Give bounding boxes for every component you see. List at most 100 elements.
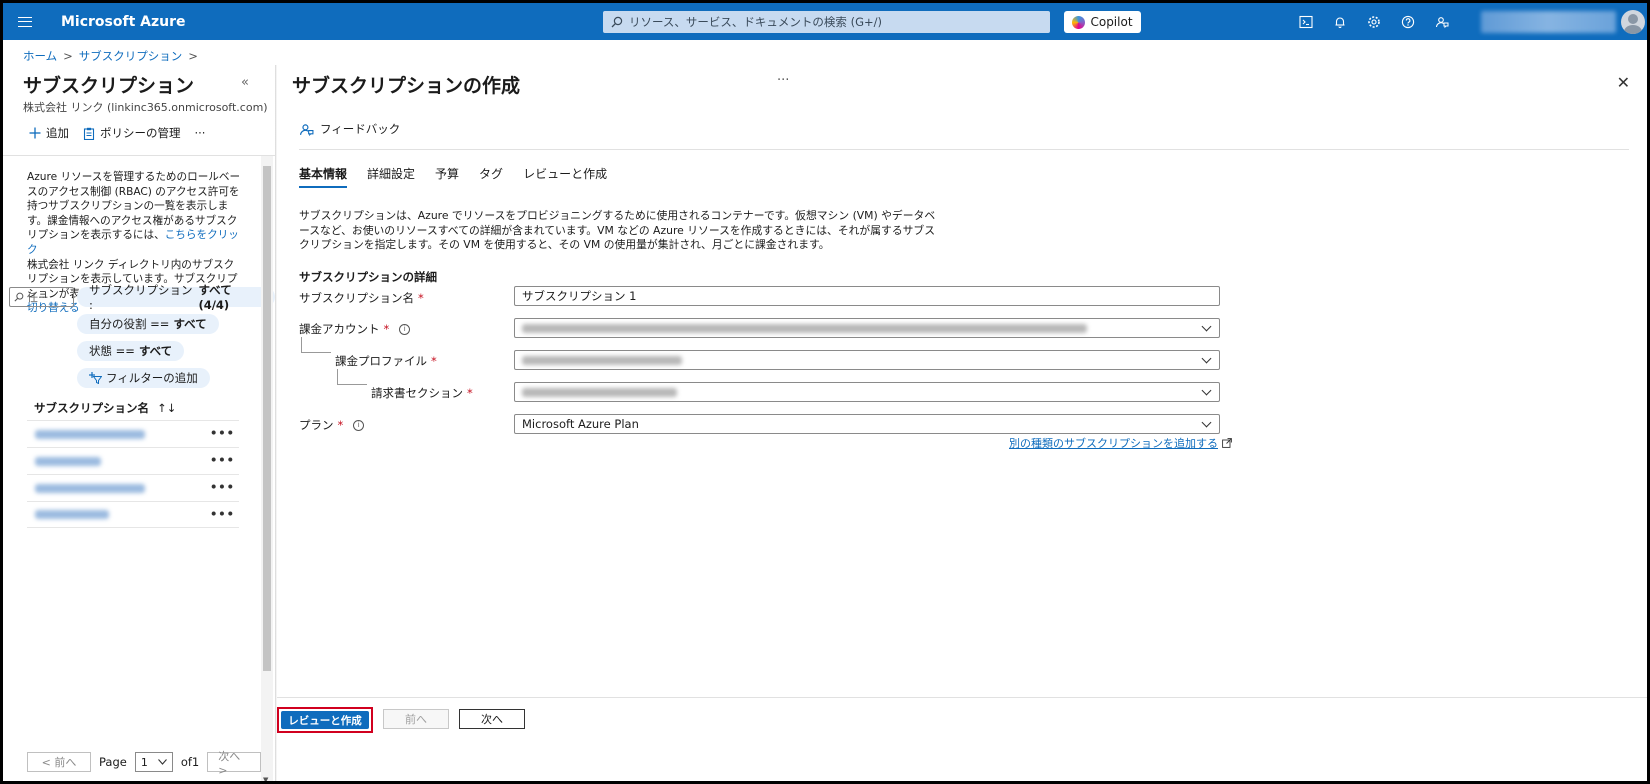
required-mark: * bbox=[383, 322, 390, 336]
tab-review-create[interactable]: レビューと作成 bbox=[523, 165, 617, 188]
add-button[interactable]: 追加 bbox=[29, 125, 69, 141]
policy-label: ポリシーの管理 bbox=[100, 126, 181, 140]
more-icon[interactable]: ··· bbox=[777, 73, 789, 88]
tab-bar: 基本情報 詳細設定 予算 タグ レビューと作成 bbox=[299, 165, 627, 188]
panel-scrollbar[interactable]: ▼ bbox=[261, 156, 273, 781]
pill-label: 状態 == bbox=[89, 344, 135, 358]
pill-label: サブスクリプション : bbox=[89, 283, 193, 312]
pill-value: すべて (4/4) bbox=[198, 283, 232, 312]
redacted-subscription-name[interactable] bbox=[35, 483, 145, 493]
prev-page-button[interactable]: < 前へ bbox=[27, 752, 91, 772]
feedback-button[interactable]: フィードバック bbox=[299, 121, 400, 137]
top-icons bbox=[1298, 3, 1450, 40]
next-page-button[interactable]: 次へ > bbox=[207, 750, 262, 777]
review-create-button[interactable]: レビューと作成 bbox=[277, 707, 373, 733]
scrollbar-thumb[interactable] bbox=[263, 166, 271, 671]
external-link-icon bbox=[1222, 438, 1232, 448]
subscription-name-label: サブスクリプション名 * bbox=[299, 290, 424, 306]
invoice-section-select[interactable] bbox=[514, 382, 1220, 402]
list-header[interactable]: サブスクリプション名 ↑↓ bbox=[34, 400, 176, 416]
copilot-button[interactable]: Copilot bbox=[1064, 11, 1141, 33]
plan-label: プラン * i bbox=[299, 417, 365, 433]
add-filter-icon bbox=[89, 372, 102, 384]
account-info-redacted[interactable] bbox=[1481, 11, 1616, 33]
tab-advanced[interactable]: 詳細設定 bbox=[367, 165, 425, 188]
breadcrumb-subscriptions[interactable]: サブスクリプション bbox=[79, 48, 183, 64]
billing-profile-select[interactable] bbox=[514, 350, 1220, 370]
page-title: サブスクリプションの作成 bbox=[292, 75, 521, 97]
gear-icon[interactable] bbox=[1366, 14, 1382, 30]
table-row[interactable]: ••• bbox=[27, 474, 239, 501]
manage-policy-button[interactable]: ポリシーの管理 bbox=[83, 125, 181, 141]
subscriptions-panel: サブスクリプション « 株式会社 リンク (linkinc365.onmicro… bbox=[3, 65, 275, 781]
previous-button[interactable]: 前へ bbox=[383, 709, 449, 729]
subscription-name-input[interactable]: サブスクリプション 1 bbox=[514, 286, 1220, 306]
feedback-label: フィードバック bbox=[320, 122, 401, 136]
table-row[interactable]: ••• bbox=[27, 447, 239, 474]
copilot-label: Copilot bbox=[1090, 15, 1133, 29]
state-filter-pill[interactable]: 状態 == すべて bbox=[77, 341, 185, 361]
table-row[interactable]: ••• bbox=[27, 420, 239, 447]
panel-title: サブスクリプション bbox=[23, 75, 195, 97]
search-icon bbox=[611, 16, 623, 28]
cloud-shell-icon[interactable] bbox=[1298, 14, 1314, 30]
plan-select[interactable]: Microsoft Azure Plan bbox=[514, 414, 1220, 434]
redacted-subscription-name[interactable] bbox=[35, 429, 145, 439]
tab-tags[interactable]: タグ bbox=[479, 165, 513, 188]
bell-icon[interactable] bbox=[1332, 14, 1348, 30]
page-of-label: of1 bbox=[180, 755, 200, 769]
required-mark: * bbox=[418, 291, 424, 305]
breadcrumb-separator: > bbox=[188, 49, 198, 63]
tree-connector bbox=[337, 369, 367, 385]
tab-budget[interactable]: 予算 bbox=[435, 165, 469, 188]
next-button[interactable]: 次へ bbox=[459, 709, 525, 729]
info-icon[interactable]: i bbox=[353, 419, 365, 431]
breadcrumb-home[interactable]: ホーム bbox=[23, 48, 57, 64]
breadcrumb: ホーム > サブスクリプション > bbox=[23, 48, 198, 64]
billing-account-label: 課金アカウント * i bbox=[299, 321, 411, 337]
brand-title[interactable]: Microsoft Azure bbox=[61, 14, 186, 30]
review-create-label: レビューと作成 bbox=[281, 711, 369, 729]
add-filter-label: フィルターの追加 bbox=[106, 371, 198, 385]
label-text: 課金プロファイル bbox=[335, 354, 427, 368]
scroll-down-icon[interactable]: ▼ bbox=[263, 776, 268, 781]
top-bar: Microsoft Azure リソース、サービス、ドキュメントの検索 (G+/… bbox=[3, 3, 1647, 40]
redacted-subscription-name[interactable] bbox=[35, 456, 101, 466]
chevron-down-icon bbox=[157, 759, 167, 765]
filter-input[interactable]: 任··· bbox=[9, 287, 74, 307]
add-label: 追加 bbox=[46, 126, 69, 140]
column-subscription-name: サブスクリプション名 bbox=[34, 401, 149, 415]
redacted-billing-account bbox=[522, 323, 1087, 333]
row-more-icon[interactable]: ••• bbox=[210, 453, 235, 467]
add-other-subscription-link[interactable]: 別の種類のサブスクリプションを追加する bbox=[1009, 435, 1232, 451]
role-filter-pill[interactable]: 自分の役割 == すべて bbox=[77, 314, 219, 334]
redacted-billing-profile bbox=[522, 355, 682, 365]
billing-account-select[interactable] bbox=[514, 318, 1220, 338]
divider bbox=[299, 149, 1629, 150]
window-frame: Microsoft Azure リソース、サービス、ドキュメントの検索 (G+/… bbox=[0, 0, 1650, 784]
close-icon[interactable]: ✕ bbox=[1617, 73, 1630, 92]
row-more-icon[interactable]: ••• bbox=[210, 507, 235, 521]
row-more-icon[interactable]: ••• bbox=[210, 426, 235, 440]
tab-basics[interactable]: 基本情報 bbox=[299, 165, 357, 188]
create-subscription-blade: サブスクリプションの作成 ··· ✕ フィードバック 基本情報 詳細設定 予算 … bbox=[277, 65, 1647, 781]
redacted-subscription-name[interactable] bbox=[35, 510, 109, 519]
help-icon[interactable] bbox=[1400, 14, 1416, 30]
collapse-panel-icon[interactable]: « bbox=[241, 75, 249, 90]
panel-toolbar: 追加 ポリシーの管理 ··· bbox=[29, 125, 205, 141]
feedback-icon[interactable] bbox=[1434, 14, 1450, 30]
menu-icon[interactable] bbox=[3, 3, 47, 40]
avatar[interactable] bbox=[1621, 10, 1645, 34]
table-row[interactable]: ••• bbox=[27, 501, 239, 528]
required-mark: * bbox=[337, 418, 344, 432]
subscription-filter-pill[interactable]: サブスクリプション : すべて (4/4) bbox=[77, 283, 275, 312]
add-filter-button[interactable]: フィルターの追加 bbox=[77, 368, 210, 388]
sort-icon[interactable]: ↑↓ bbox=[157, 401, 176, 415]
pagination: < 前へ Page 1 of1 次へ > bbox=[27, 750, 262, 777]
info-icon[interactable]: i bbox=[399, 323, 411, 335]
row-more-icon[interactable]: ••• bbox=[210, 480, 235, 494]
global-search-input[interactable]: リソース、サービス、ドキュメントの検索 (G+/) bbox=[603, 11, 1050, 33]
label-text: サブスクリプション名 bbox=[299, 291, 414, 305]
more-icon[interactable]: ··· bbox=[195, 126, 206, 140]
page-select[interactable]: 1 bbox=[134, 752, 173, 772]
